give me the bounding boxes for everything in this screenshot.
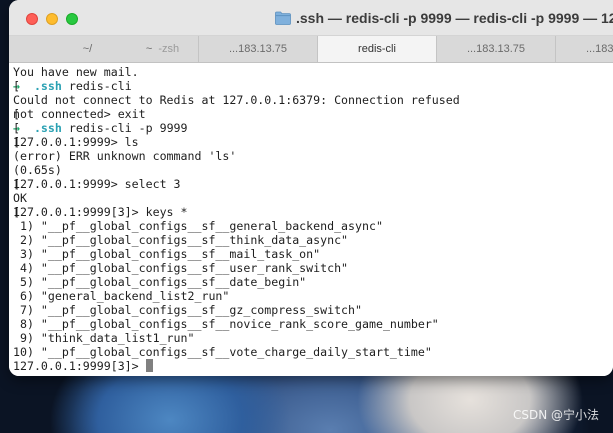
output-line: Could not connect to Redis at 127.0.0.1:…: [13, 93, 460, 107]
output-line: (error) ERR unknown command 'ls': [13, 149, 237, 163]
zoom-window-button[interactable]: [66, 13, 78, 25]
output-line: [127.0.0.1:9999> ls: [13, 135, 139, 149]
line-text: 127.0.0.1:9999[3]>: [13, 359, 146, 373]
tab-label: ...183.13.75: [586, 43, 613, 55]
output-line: 8) "__pf__global_configs__sf__novice_ran…: [13, 317, 439, 331]
tab-sublabel: -zsh: [158, 43, 180, 55]
tab-label: ...183.13.75: [466, 43, 526, 55]
tab-label: ~: [145, 43, 153, 55]
output-line: (0.65s): [13, 163, 62, 177]
shell-prompt-line: [→ .ssh redis-cli: [13, 79, 132, 93]
line-text: 127.0.0.1:9999[3]> keys *: [13, 205, 188, 219]
output-line: 7) "__pf__global_configs__sf__gz_compres…: [13, 303, 363, 317]
output-line: OK: [13, 191, 27, 205]
output-line: [127.0.0.1:9999> select 3: [13, 177, 181, 191]
tab-zsh[interactable]: ~ -zsh: [127, 36, 199, 62]
output-line: 9) "think_data_list1_run": [13, 331, 195, 345]
tab-label: redis-cli: [358, 43, 396, 55]
tab-remote-3[interactable]: ...183.13.75: [556, 36, 613, 62]
prompt-directory: .ssh: [33, 121, 62, 135]
title-bar: .ssh — redis-cli -p 9999 — redis-cli -p …: [9, 0, 613, 36]
close-window-button[interactable]: [26, 13, 38, 25]
line-text: not connected> exit: [13, 107, 146, 121]
tab-bar: ~/ ~ -zsh ...183.13.75 redis-cli ...183.1…: [9, 36, 613, 63]
tab-remote-1[interactable]: ...183.13.75: [199, 36, 318, 62]
output-line: [127.0.0.1:9999[3]> keys *: [13, 205, 188, 219]
output-line: 5) "__pf__global_configs__sf__date_begin…: [13, 275, 307, 289]
prompt-command: redis-cli: [68, 79, 132, 93]
terminal-window: .ssh — redis-cli -p 9999 — redis-cli -p …: [9, 0, 613, 376]
current-prompt-line: 127.0.0.1:9999[3]>: [13, 359, 153, 373]
shell-prompt-line: [→ .ssh redis-cli -p 9999: [13, 121, 188, 135]
prompt-command: redis-cli -p 9999: [68, 121, 188, 135]
output-line: [not connected> exit: [13, 107, 146, 121]
output-line: 6) "general_backend_list2_run": [13, 289, 230, 303]
text-cursor: [145, 359, 153, 372]
folder-icon: [275, 11, 291, 25]
output-line: 4) "__pf__global_configs__sf__user_rank_…: [13, 261, 349, 275]
tab-label: ...183.13.75: [228, 43, 288, 55]
prompt-directory: .ssh: [33, 79, 62, 93]
output-line: 10) "__pf__global_configs__sf__vote_char…: [13, 345, 432, 359]
line-text: 127.0.0.1:9999> ls: [13, 135, 139, 149]
line-text: 127.0.0.1:9999> select 3: [13, 177, 181, 191]
minimize-window-button[interactable]: [46, 13, 58, 25]
output-line: You have new mail.: [13, 65, 139, 79]
output-line: 2) "__pf__global_configs__sf__think_data…: [13, 233, 349, 247]
tab-label: ~/: [82, 43, 93, 55]
terminal-output[interactable]: You have new mail. [→ .ssh redis-cli Cou…: [9, 63, 613, 376]
watermark: CSDN @宁小法: [512, 408, 599, 422]
tab-redis-cli[interactable]: redis-cli: [318, 36, 437, 62]
output-line: 1) "__pf__global_configs__sf__general_ba…: [13, 219, 383, 233]
tab-remote-2[interactable]: ...183.13.75: [437, 36, 556, 62]
window-title: .ssh — redis-cli -p 9999 — redis-cli -p …: [296, 10, 613, 26]
output-line: 3) "__pf__global_configs__sf__mail_task_…: [13, 247, 321, 261]
